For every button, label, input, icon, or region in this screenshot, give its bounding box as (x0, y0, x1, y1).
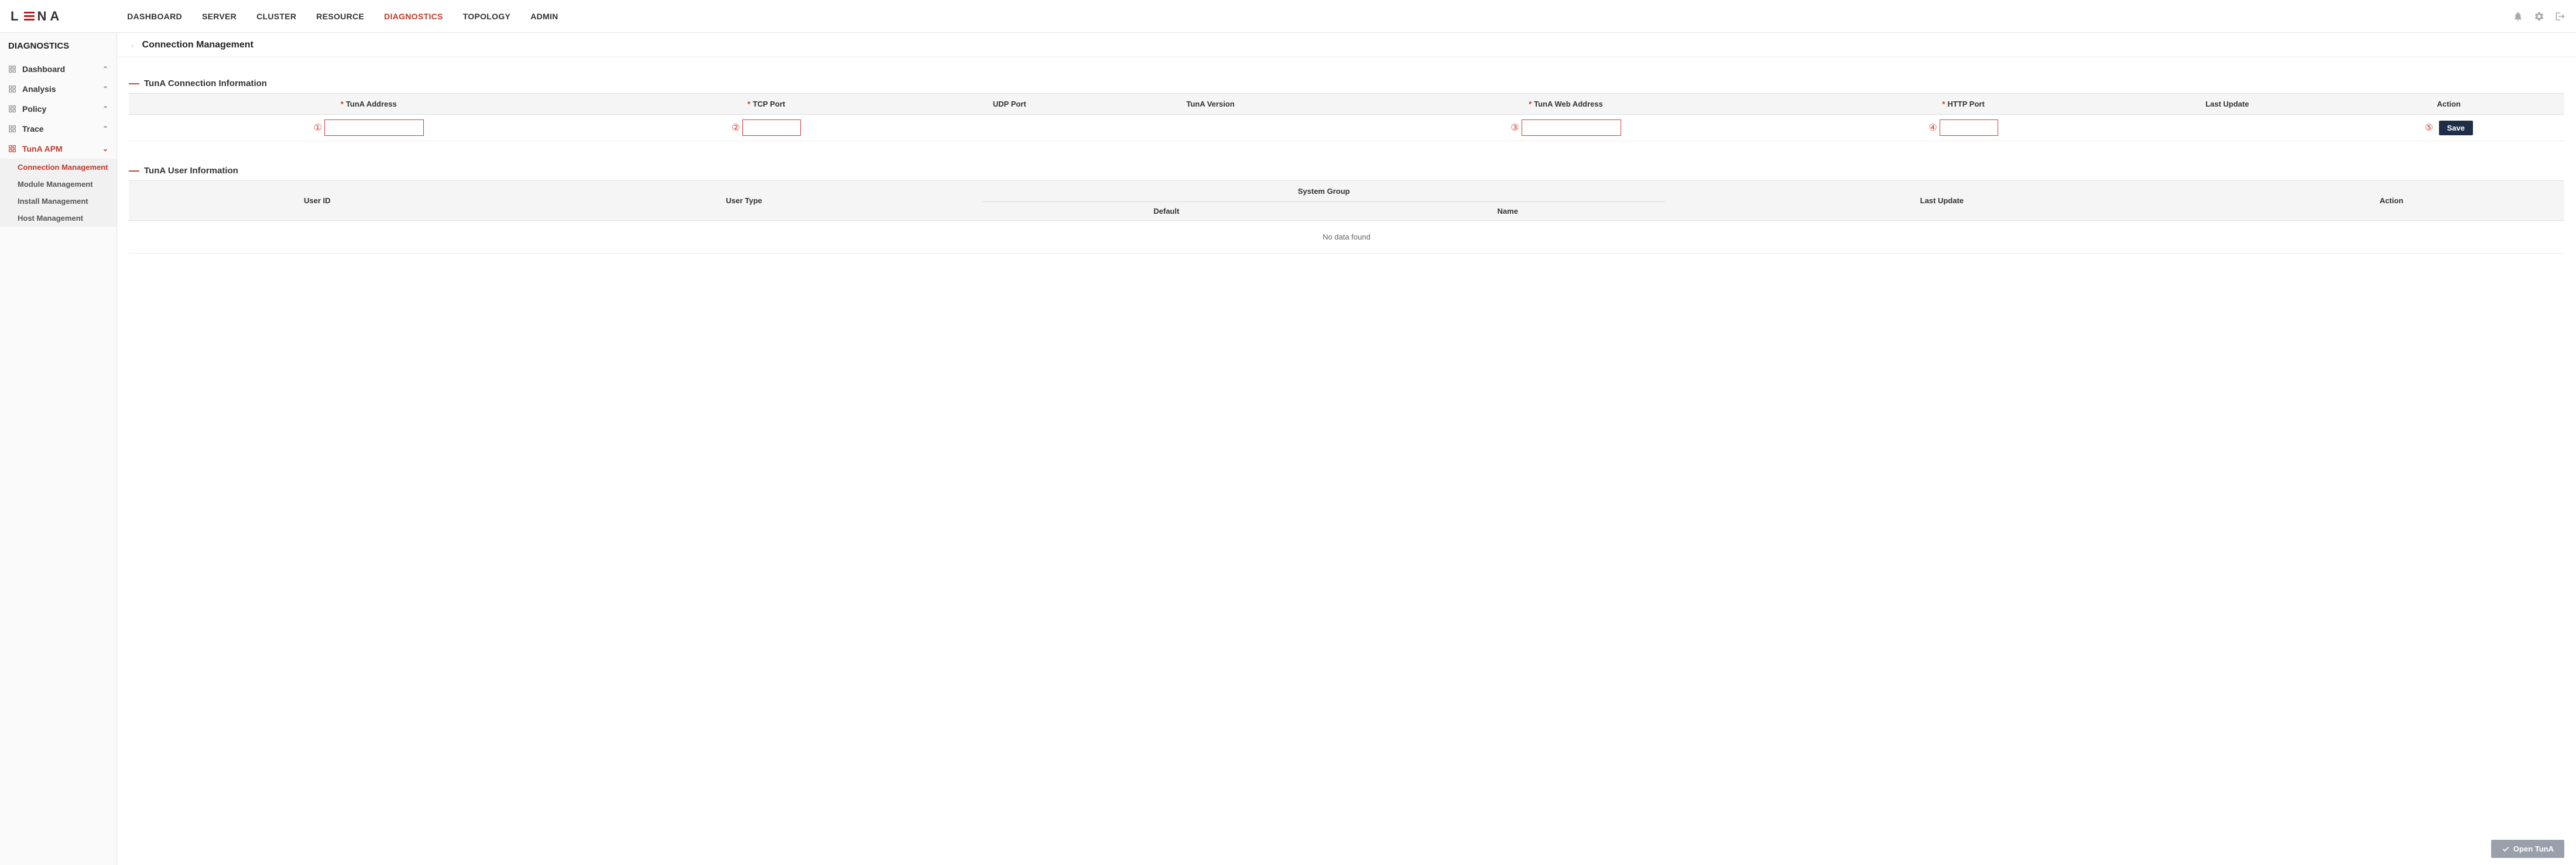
sidebar-item-label: Analysis (22, 84, 56, 94)
col-tcp-port: *TCP Port (609, 94, 924, 115)
open-tuna-button[interactable]: Open TunA (2491, 840, 2564, 858)
sidebar-sub-module-management[interactable]: Module Management (0, 176, 117, 193)
topbar: L NA DASHBOARD SERVER CLUSTER RESOURCE D… (0, 0, 2576, 33)
col-system-group: System Group (982, 181, 1665, 202)
annotation-2: ② (732, 122, 740, 134)
sidebar-title: DIAGNOSTICS (0, 33, 117, 59)
col-action: Action (2334, 94, 2564, 115)
col-user-type: User Type (505, 181, 982, 221)
sidebar-sub-connection-management[interactable]: Connection Management (0, 159, 117, 176)
nav-server[interactable]: SERVER (202, 12, 237, 21)
nav-dashboard[interactable]: DASHBOARD (127, 12, 182, 21)
tuna-address-input[interactable] (324, 119, 424, 136)
nav-cluster[interactable]: CLUSTER (256, 12, 296, 21)
logo: L NA (11, 9, 63, 24)
check-icon (2502, 845, 2510, 853)
annotation-1: ① (314, 122, 322, 134)
table-row: ① ② (129, 115, 2564, 141)
collapse-sidebar-icon[interactable]: ‹ (123, 40, 142, 50)
sidebar-item-dashboard[interactable]: Dashboard ⌃ (0, 59, 117, 79)
sidebar-sub-install-management[interactable]: Install Management (0, 193, 117, 210)
logo-bars-icon (24, 12, 35, 20)
chevron-up-icon: ⌃ (102, 65, 108, 73)
gear-icon[interactable] (2534, 11, 2544, 22)
connection-table: *TunA Address *TCP Port UDP Port TunA Ve… (129, 93, 2564, 141)
sidebar-sub-host-management[interactable]: Host Management (0, 210, 117, 227)
bell-icon[interactable] (2513, 11, 2523, 22)
chevron-up-icon: ⌃ (102, 85, 108, 93)
user-table: User ID User Type System Group Last Upda… (129, 180, 2564, 254)
grid-icon (8, 85, 18, 93)
sidebar-item-trace[interactable]: Trace ⌃ (0, 119, 117, 139)
nav-resource[interactable]: RESOURCE (316, 12, 364, 21)
sidebar-item-label: Dashboard (22, 64, 65, 74)
logout-icon[interactable] (2555, 11, 2565, 22)
grid-icon (8, 145, 18, 153)
nav-admin[interactable]: ADMIN (530, 12, 558, 21)
tcp-port-input[interactable] (742, 119, 801, 136)
col-tuna-address: *TunA Address (129, 94, 609, 115)
no-data-message: No data found (129, 221, 2564, 254)
logo-l: L (11, 9, 22, 24)
open-tuna-label: Open TunA (2513, 845, 2554, 853)
col-action: Action (2219, 181, 2564, 221)
col-udp-port: UDP Port (924, 94, 1095, 115)
chevron-up-icon: ⌃ (102, 125, 108, 133)
top-nav: DASHBOARD SERVER CLUSTER RESOURCE DIAGNO… (127, 12, 558, 21)
sidebar-submenu: Connection Management Module Management … (0, 159, 117, 227)
annotation-3: ③ (1510, 122, 1519, 134)
section-connection-info: — TunA Connection Information (129, 77, 2564, 90)
http-port-input[interactable] (1940, 119, 1998, 136)
breadcrumb-bar: ‹ Connection Management (117, 33, 2576, 57)
grid-icon (8, 65, 18, 73)
save-button[interactable]: Save (2439, 121, 2473, 135)
col-name: Name (1350, 202, 1665, 221)
chevron-up-icon: ⌃ (102, 105, 108, 113)
section-title: TunA Connection Information (144, 78, 267, 88)
col-tuna-web-address: *TunA Web Address (1326, 94, 1806, 115)
page-title: Connection Management (142, 40, 254, 50)
grid-icon (8, 105, 18, 113)
annotation-4: ④ (1928, 122, 1937, 134)
nav-diagnostics[interactable]: DIAGNOSTICS (384, 12, 443, 21)
tuna-web-address-input[interactable] (1522, 119, 1621, 136)
sidebar-item-label: Trace (22, 124, 44, 134)
main-content: ‹ Connection Management — TunA Connectio… (117, 33, 2576, 865)
sidebar-item-analysis[interactable]: Analysis ⌃ (0, 79, 117, 99)
chevron-down-icon: ⌄ (102, 145, 108, 153)
topbar-right (2513, 11, 2565, 22)
col-last-update: Last Update (1665, 181, 2218, 221)
grid-icon (8, 125, 18, 133)
nav-topology[interactable]: TOPOLOGY (463, 12, 511, 21)
logo-na: NA (37, 9, 63, 24)
collapse-section-icon[interactable]: — (129, 77, 139, 90)
collapse-section-icon[interactable]: — (129, 165, 139, 177)
sidebar: DIAGNOSTICS Dashboard ⌃ Analysis ⌃ Polic… (0, 33, 117, 865)
col-http-port: *HTTP Port (1806, 94, 2121, 115)
sidebar-item-policy[interactable]: Policy ⌃ (0, 99, 117, 119)
col-tuna-version: TunA Version (1095, 94, 1325, 115)
col-last-update: Last Update (2121, 94, 2334, 115)
section-title: TunA User Information (144, 166, 238, 176)
sidebar-item-label: TunA APM (22, 144, 63, 153)
sidebar-item-label: Policy (22, 104, 46, 114)
annotation-5: ⑤ (2425, 123, 2433, 133)
section-user-info: — TunA User Information (129, 165, 2564, 177)
col-default: Default (982, 202, 1350, 221)
sidebar-item-tuna-apm[interactable]: TunA APM ⌄ (0, 139, 117, 159)
col-user-id: User ID (129, 181, 505, 221)
